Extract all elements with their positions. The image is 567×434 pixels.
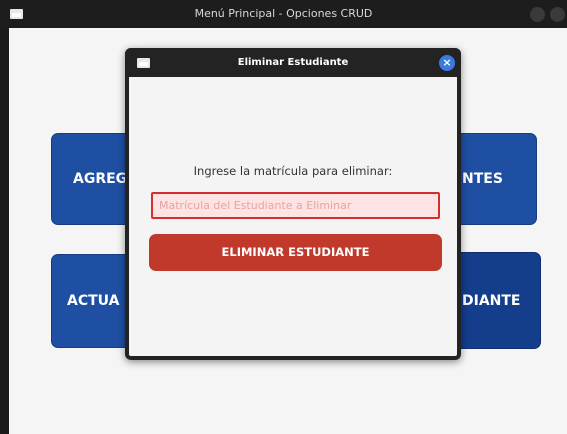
delete-student-label: DIANTE (462, 292, 521, 309)
list-students-label: NTES (462, 171, 503, 187)
close-icon[interactable]: × (439, 55, 455, 71)
update-button-label: ACTUA (67, 293, 120, 309)
delete-student-submit-label: ELIMINAR ESTUDIANTE (221, 245, 370, 259)
delete-student-dialog: Eliminar Estudiante × Ingrese la matrícu… (125, 48, 461, 360)
add-button-label: AGREG (73, 171, 128, 187)
dialog-title: Eliminar Estudiante (237, 57, 349, 68)
maximize-button[interactable] (550, 7, 565, 22)
prompt-label: Ingrese la matrícula para eliminar: (193, 164, 393, 178)
main-window-title: Menú Principal - Opciones CRUD (194, 7, 373, 20)
matricula-input[interactable] (151, 192, 440, 219)
main-titlebar: Menú Principal - Opciones CRUD (0, 0, 567, 28)
minimize-button[interactable] (530, 7, 545, 22)
dialog-titlebar: Eliminar Estudiante × (125, 48, 461, 77)
delete-student-submit-button[interactable]: ELIMINAR ESTUDIANTE (149, 234, 442, 271)
